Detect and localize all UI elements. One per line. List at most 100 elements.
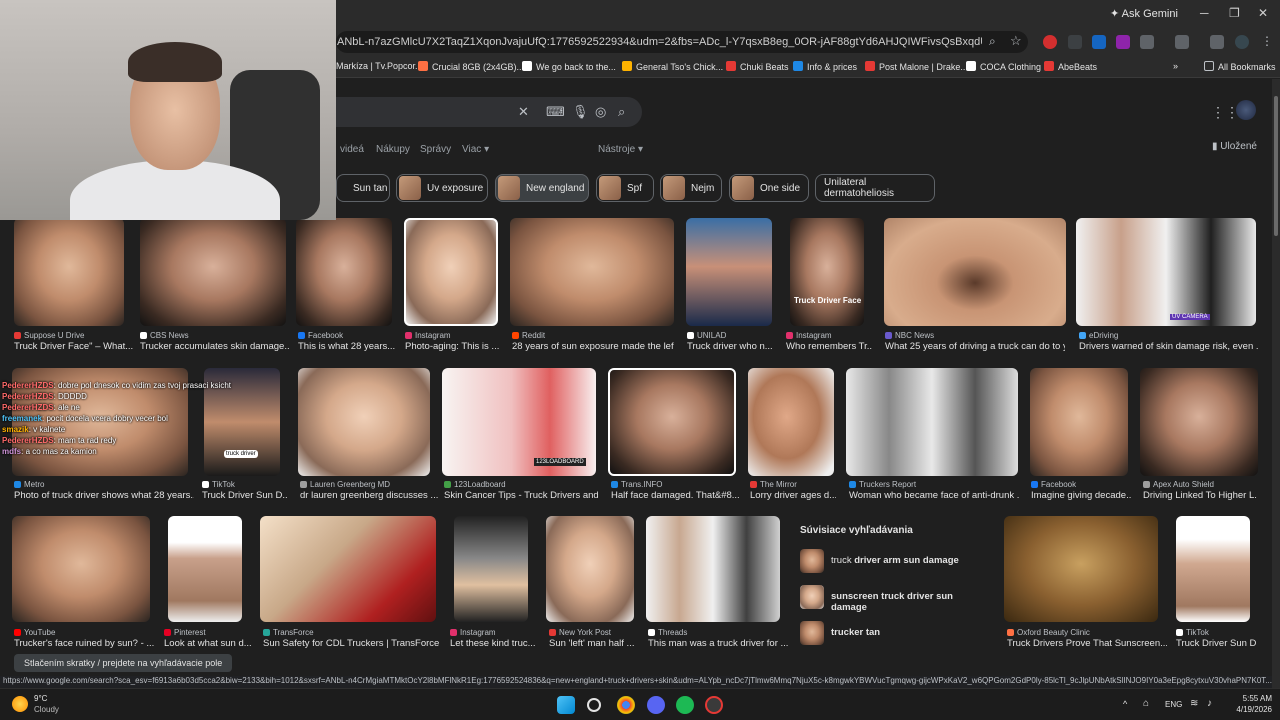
image-source[interactable]: 123Loadboard	[444, 480, 506, 489]
lens-camera-icon[interactable]: ◎	[595, 104, 606, 120]
image-result[interactable]	[1004, 516, 1158, 622]
image-source[interactable]: Lauren Greenberg MD	[300, 480, 390, 489]
discord-icon[interactable]	[647, 696, 665, 714]
image-result[interactable]	[748, 368, 834, 476]
image-caption[interactable]: Trucker accumulates skin damage...	[140, 341, 290, 352]
image-source[interactable]: TransForce	[263, 628, 314, 637]
spotify-icon[interactable]	[676, 696, 694, 714]
image-source[interactable]: Apex Auto Shield	[1143, 480, 1214, 489]
chevron-right-icon[interactable]: »	[1173, 61, 1178, 71]
image-result[interactable]	[1140, 368, 1258, 476]
bookmark-item[interactable]: AbeBeats	[1044, 61, 1097, 72]
related-search-item[interactable]: sunscreen truck driver sun damage	[796, 582, 988, 613]
tab-videos[interactable]: videá	[340, 144, 364, 155]
zoom-icon[interactable]: ⌕	[989, 34, 996, 49]
image-result[interactable]	[296, 218, 392, 326]
image-caption[interactable]: Let these kind truc...	[450, 638, 536, 649]
image-result[interactable]	[404, 218, 498, 326]
image-caption[interactable]: Driving Linked To Higher L...	[1143, 490, 1257, 501]
image-caption[interactable]: 28 years of sun exposure made the lef...	[512, 341, 674, 352]
image-source[interactable]: YouTube	[14, 628, 55, 637]
image-result[interactable]	[140, 218, 286, 326]
image-result[interactable]	[1030, 368, 1128, 476]
bookmark-item[interactable]: Markíza | Tv.Popcor...	[336, 61, 423, 71]
image-result[interactable]	[646, 516, 780, 622]
search-input[interactable]	[320, 97, 642, 127]
filter-chip[interactable]: Sun tan	[336, 174, 390, 202]
search-icon[interactable]	[587, 698, 601, 712]
profile-avatar-icon[interactable]	[1235, 35, 1249, 49]
image-caption[interactable]: Photo of truck driver shows what 28 year…	[14, 490, 194, 501]
bookmark-item[interactable]: General Tso's Chick...	[622, 61, 723, 72]
all-bookmarks-button[interactable]: All Bookmarks	[1204, 61, 1276, 72]
tab-shopping[interactable]: Nákupy	[376, 144, 410, 155]
chevron-up-icon[interactable]: ^	[1123, 699, 1127, 709]
maximize-button[interactable]: ❐	[1229, 6, 1240, 20]
image-source[interactable]: CBS News	[140, 331, 189, 340]
bookmark-item[interactable]: Post Malone | Drake...	[865, 61, 968, 72]
image-result[interactable]: 123LOADBOARD	[442, 368, 596, 476]
volume-icon[interactable]: ♪	[1207, 698, 1212, 709]
filter-chip[interactable]: Uv exposure	[396, 174, 488, 202]
image-result[interactable]	[14, 218, 124, 326]
image-caption[interactable]: Imagine giving decade...	[1031, 490, 1131, 501]
tab-news[interactable]: Správy	[420, 144, 451, 155]
filter-chip[interactable]: Spf	[596, 174, 654, 202]
image-result[interactable]	[260, 516, 436, 622]
wifi-icon[interactable]: ≋	[1190, 698, 1198, 709]
image-source[interactable]: TikTok	[202, 480, 235, 489]
filter-chip[interactable]: Nejm	[660, 174, 722, 202]
tab-more[interactable]: Viac ▾	[462, 144, 489, 155]
image-caption[interactable]: Sun Safety for CDL Truckers | TransForce	[263, 638, 443, 649]
image-caption[interactable]: What 25 years of driving a truck can do …	[885, 341, 1065, 352]
image-result[interactable]	[1176, 516, 1250, 622]
image-caption[interactable]: Trucker's face ruined by sun? - ...	[14, 638, 160, 649]
minimize-button[interactable]: ─	[1200, 6, 1209, 20]
network-icon[interactable]: ⌂	[1143, 698, 1149, 709]
image-source[interactable]: eDriving	[1079, 331, 1118, 340]
image-source[interactable]: Oxford Beauty Clinic	[1007, 628, 1090, 637]
image-caption[interactable]: This is what 28 years...	[298, 341, 396, 352]
image-source[interactable]: Pinterest	[164, 628, 206, 637]
image-result[interactable]	[12, 516, 150, 622]
image-caption[interactable]: Lorry driver ages d...	[750, 490, 836, 501]
image-source[interactable]: UNILAD	[687, 331, 726, 340]
search-icon[interactable]: ⌕	[618, 104, 625, 120]
tools-button[interactable]: Nástroje ▾	[598, 144, 643, 155]
google-apps-icon[interactable]: ⋮⋮	[1211, 104, 1239, 121]
clock-time[interactable]: 5:55 AM	[1232, 694, 1272, 703]
bookmark-item[interactable]: COCA Clothing	[966, 61, 1041, 72]
menu-kebab-icon[interactable]: ⋮	[1261, 34, 1273, 48]
image-caption[interactable]: Drivers warned of skin damage risk, even…	[1079, 341, 1259, 352]
image-source[interactable]: Instagram	[450, 628, 496, 637]
image-source[interactable]: Threads	[648, 628, 687, 637]
image-caption[interactable]: Look at what sun d...	[164, 638, 254, 649]
image-result[interactable]	[298, 368, 430, 476]
image-source[interactable]: Facebook	[1031, 480, 1076, 489]
url-text[interactable]: ANbL-n7azGMlcU7X2TaqZ1XqonJvajuUfQ:17765…	[337, 36, 982, 48]
chrome-icon[interactable]	[617, 696, 635, 714]
image-result[interactable]	[168, 516, 242, 622]
image-caption[interactable]: Who remembers Tr...	[786, 341, 872, 352]
keyboard-icon[interactable]: ⌨	[546, 104, 565, 120]
image-caption[interactable]: Half face damaged. That&#8...	[611, 490, 739, 501]
image-result[interactable]	[510, 218, 674, 326]
image-caption[interactable]: Truck Drivers Prove That Sunscreen...	[1007, 638, 1167, 649]
tab-search-icon[interactable]	[1175, 35, 1189, 49]
related-search-item[interactable]: truck driver arm sun damage	[796, 546, 988, 576]
related-search-item[interactable]: trucker tan	[796, 618, 988, 648]
bookmark-star-icon[interactable]: ☆	[1010, 33, 1022, 49]
image-caption[interactable]: Truck Driver Sun D...	[1176, 638, 1256, 649]
image-caption[interactable]: Photo-aging: This is ...	[405, 341, 503, 352]
image-source[interactable]: TikTok	[1176, 628, 1209, 637]
weather-description[interactable]: Cloudy	[34, 705, 59, 714]
image-source[interactable]: The Mirror	[750, 480, 797, 489]
clock-date[interactable]: 4/19/2026	[1222, 705, 1272, 714]
image-caption[interactable]: Truck driver who n...	[687, 341, 777, 352]
filter-chip[interactable]: New england	[495, 174, 589, 202]
scrollbar-thumb[interactable]	[1274, 96, 1278, 236]
image-result[interactable]	[546, 516, 634, 622]
image-source[interactable]: Instagram	[786, 331, 832, 340]
bookmark-item[interactable]: Crucial 8GB (2x4GB)...	[418, 61, 524, 72]
image-caption[interactable]: Woman who became face of anti-drunk ...	[849, 490, 1019, 501]
